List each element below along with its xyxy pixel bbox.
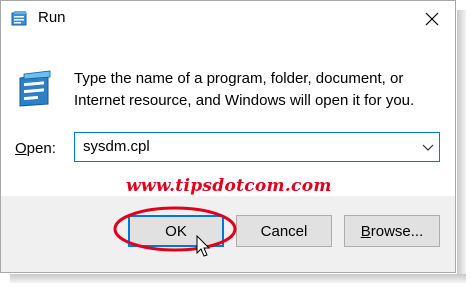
- cancel-button[interactable]: Cancel: [236, 215, 332, 247]
- run-program-icon: [19, 70, 51, 107]
- open-label-rest: pen:: [26, 140, 56, 157]
- highlight-ellipse: [113, 206, 237, 252]
- window-shadow-right: [457, 10, 466, 282]
- instruction-line-1: Type the name of a program, folder, docu…: [74, 70, 404, 87]
- mouse-cursor-icon: [196, 235, 211, 257]
- browse-button[interactable]: Browse...: [344, 215, 440, 247]
- cancel-button-label: Cancel: [260, 222, 308, 240]
- browse-button-accesskey: B: [360, 222, 371, 240]
- watermark-text: www.tipsdotcom.com: [126, 176, 332, 196]
- open-input[interactable]: sysdm.cpl: [83, 138, 150, 155]
- dialog-body: Type the name of a program, folder, docu…: [1, 38, 455, 196]
- open-combobox[interactable]: sysdm.cpl: [74, 132, 440, 162]
- open-label: Open:: [15, 140, 56, 157]
- instruction-text: Type the name of a program, folder, docu…: [74, 68, 444, 112]
- close-button[interactable]: [415, 3, 449, 35]
- run-icon: [11, 11, 27, 26]
- browse-button-label: rowse...: [370, 222, 424, 240]
- instruction-line-2: Internet resource, and Windows will open…: [74, 92, 415, 109]
- chevron-down-icon[interactable]: [421, 139, 435, 155]
- open-label-accesskey: O: [15, 140, 27, 157]
- close-icon: [425, 12, 439, 26]
- window-title: Run: [38, 9, 66, 26]
- window-shadow-bottom: [10, 274, 466, 283]
- title-bar[interactable]: Run: [1, 1, 455, 38]
